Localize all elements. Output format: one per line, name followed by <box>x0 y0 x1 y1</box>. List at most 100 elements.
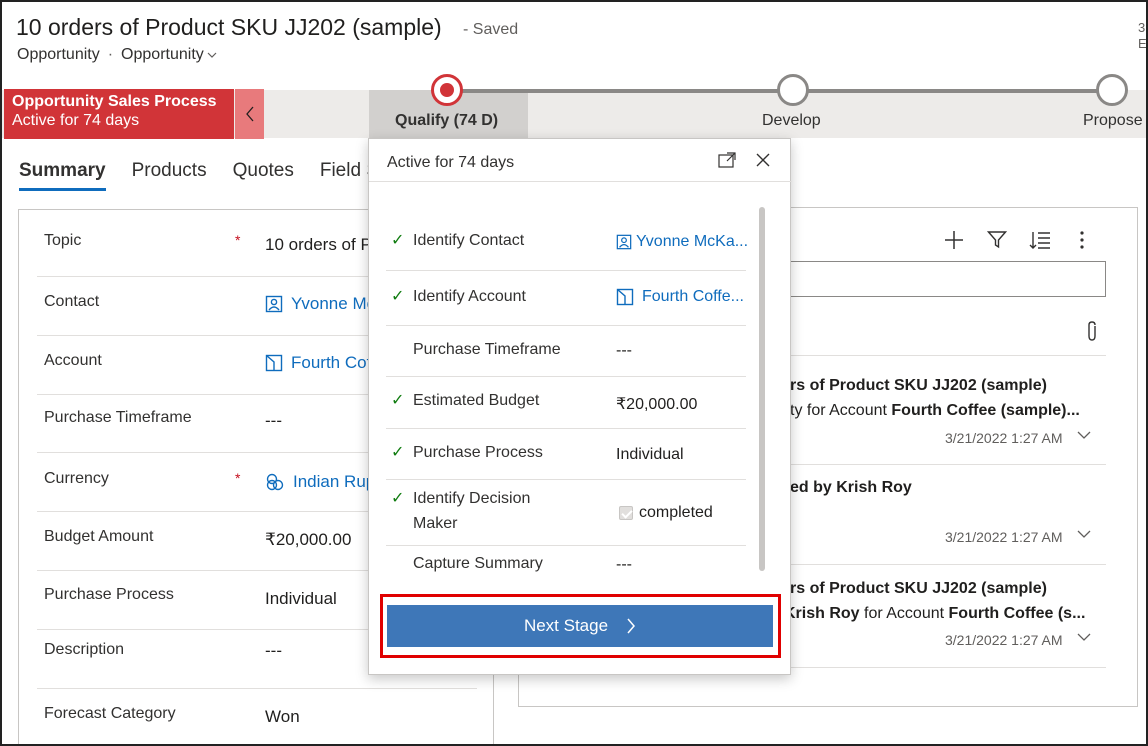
step-value-capture-summary[interactable]: --- <box>616 556 632 574</box>
step-value-purchase-timeframe[interactable]: --- <box>616 342 632 360</box>
stage-propose-marker[interactable] <box>1096 74 1128 106</box>
field-label-topic: Topic <box>44 232 82 249</box>
contact-icon <box>265 295 283 313</box>
step-value-identify-account[interactable]: Fourth Coffe... <box>616 288 744 306</box>
field-value-account[interactable]: Fourth Cof <box>265 353 371 373</box>
bpf-collapse-button[interactable] <box>235 89 264 139</box>
bpf-connector <box>808 89 1098 93</box>
attachment-icon[interactable] <box>1082 319 1102 343</box>
currency-icon <box>266 473 284 491</box>
stage-qualify-marker[interactable] <box>431 74 463 106</box>
field-label-purchase-timeframe: Purchase Timeframe <box>44 409 192 426</box>
timeline-item-description: ty for Account Fourth Coffee (sample)... <box>790 402 1080 419</box>
stage-develop-marker[interactable] <box>777 74 809 106</box>
check-icon: ✓ <box>391 232 405 249</box>
process-duration: Active for 74 days <box>12 112 140 129</box>
step-value-estimated-budget[interactable]: ₹20,000.00 <box>616 394 697 414</box>
timeline-item-date: 3/21/2022 1:27 AM <box>945 430 1063 446</box>
field-value-description[interactable]: --- <box>265 641 282 661</box>
field-value-topic[interactable]: 10 orders of P <box>265 235 372 255</box>
field-label-currency: Currency <box>44 470 109 487</box>
chevron-down-icon[interactable] <box>1076 527 1092 541</box>
field-value-purchase-process[interactable]: Individual <box>265 589 337 609</box>
timeline-separator <box>788 564 1106 565</box>
chevron-left-icon <box>245 106 253 122</box>
field-value-currency[interactable]: Indian Rup <box>265 472 375 492</box>
flyout-divider <box>369 181 792 182</box>
bpf-connector <box>462 89 778 93</box>
account-icon <box>616 288 634 306</box>
tab-quotes[interactable]: Quotes <box>233 160 294 191</box>
step-label-identify-contact: Identify Contact <box>413 232 525 249</box>
flyout-scrollbar[interactable] <box>759 207 765 571</box>
step-value-identify-contact[interactable]: Yvonne McKa... <box>616 233 748 251</box>
timeline-separator <box>788 464 1106 465</box>
field-value-forecast-category[interactable]: Won <box>265 707 300 727</box>
save-status: - Saved <box>463 21 519 38</box>
field-label-forecast-category: Forecast Category <box>44 705 176 722</box>
record-title: 10 orders of Product SKU JJ202 (sample) <box>16 14 442 40</box>
account-icon <box>265 354 283 372</box>
process-name: Opportunity Sales Process <box>12 93 217 110</box>
step-label-identify-decision-maker: Identify Decision Maker <box>413 490 531 532</box>
tab-products[interactable]: Products <box>132 160 207 191</box>
step-label-purchase-timeframe: Purchase Timeframe <box>413 341 561 358</box>
timeline-item-description: Krish Roy for Account Fourth Coffee (s..… <box>784 605 1086 622</box>
check-icon: ✓ <box>391 288 405 305</box>
timeline-item-title[interactable]: ed by Krish Roy <box>790 479 912 497</box>
stage-develop-label[interactable]: Develop <box>762 112 821 130</box>
step-label-capture-summary: Capture Summary <box>413 555 543 572</box>
timeline-search-input[interactable] <box>788 261 1106 297</box>
step-label-purchase-process: Purchase Process <box>413 444 543 461</box>
field-value-purchase-timeframe[interactable]: --- <box>265 411 282 431</box>
next-stage-button[interactable]: Next Stage <box>387 605 773 647</box>
chevron-right-icon <box>627 618 636 634</box>
chevron-down-icon[interactable] <box>1076 630 1092 644</box>
timeline-item-title[interactable]: rs of Product SKU JJ202 (sample) <box>790 580 1047 598</box>
stage-qualify-label[interactable]: Qualify (74 D) <box>395 112 498 130</box>
sort-icon[interactable] <box>1028 228 1052 252</box>
pop-out-icon[interactable] <box>717 150 737 170</box>
timeline-separator <box>788 667 1106 668</box>
header-edge-text: 3 E <box>1138 20 1147 51</box>
field-label-account: Account <box>44 352 102 369</box>
breadcrumb-separator: · <box>107 46 114 63</box>
more-options-icon[interactable] <box>1072 228 1092 252</box>
field-value-contact[interactable]: Yvonne Mc <box>265 294 375 314</box>
contact-icon <box>616 234 632 250</box>
breadcrumb: Opportunity · Opportunity <box>17 46 218 64</box>
step-value-purchase-process[interactable]: Individual <box>616 446 684 464</box>
filter-icon[interactable] <box>985 228 1009 252</box>
required-marker: * <box>235 470 241 486</box>
timeline-item-date: 3/21/2022 1:27 AM <box>945 632 1063 648</box>
check-icon: ✓ <box>391 444 405 461</box>
flyout-header: Active for 74 days <box>387 154 515 171</box>
field-value-budget-amount[interactable]: ₹20,000.00 <box>265 530 351 550</box>
field-label-purchase-process: Purchase Process <box>44 586 174 603</box>
form-tabs: Summary Products Quotes Field S <box>19 160 405 191</box>
timeline-item-date: 3/21/2022 1:27 AM <box>945 529 1063 545</box>
field-label-description: Description <box>44 641 125 658</box>
field-label-contact: Contact <box>44 293 100 310</box>
close-icon[interactable] <box>753 150 773 170</box>
check-icon: ✓ <box>391 490 405 507</box>
step-value-identify-decision-maker[interactable]: completed <box>619 504 713 522</box>
form-selector-label: Opportunity <box>121 46 204 63</box>
tab-summary[interactable]: Summary <box>19 160 106 191</box>
process-name-panel[interactable]: Opportunity Sales Process Active for 74 … <box>4 89 234 139</box>
check-icon: ✓ <box>391 392 405 409</box>
timeline-item-title[interactable]: rs of Product SKU JJ202 (sample) <box>790 377 1047 395</box>
required-marker: * <box>235 232 241 248</box>
stage-flyout: Active for 74 days ✓ Identify Contact Yv… <box>368 138 792 675</box>
entity-name: Opportunity <box>17 46 100 63</box>
chevron-down-icon[interactable] <box>1076 428 1092 442</box>
checkbox-icon <box>619 506 633 520</box>
field-label-budget-amount: Budget Amount <box>44 528 154 545</box>
step-label-estimated-budget: Estimated Budget <box>413 392 540 409</box>
step-label-identify-account: Identify Account <box>413 288 526 305</box>
form-selector[interactable]: Opportunity <box>121 46 218 64</box>
stage-propose-label[interactable]: Propose <box>1083 112 1143 130</box>
add-icon[interactable] <box>942 228 966 252</box>
timeline-separator <box>788 355 1106 356</box>
chevron-down-icon <box>207 52 217 58</box>
